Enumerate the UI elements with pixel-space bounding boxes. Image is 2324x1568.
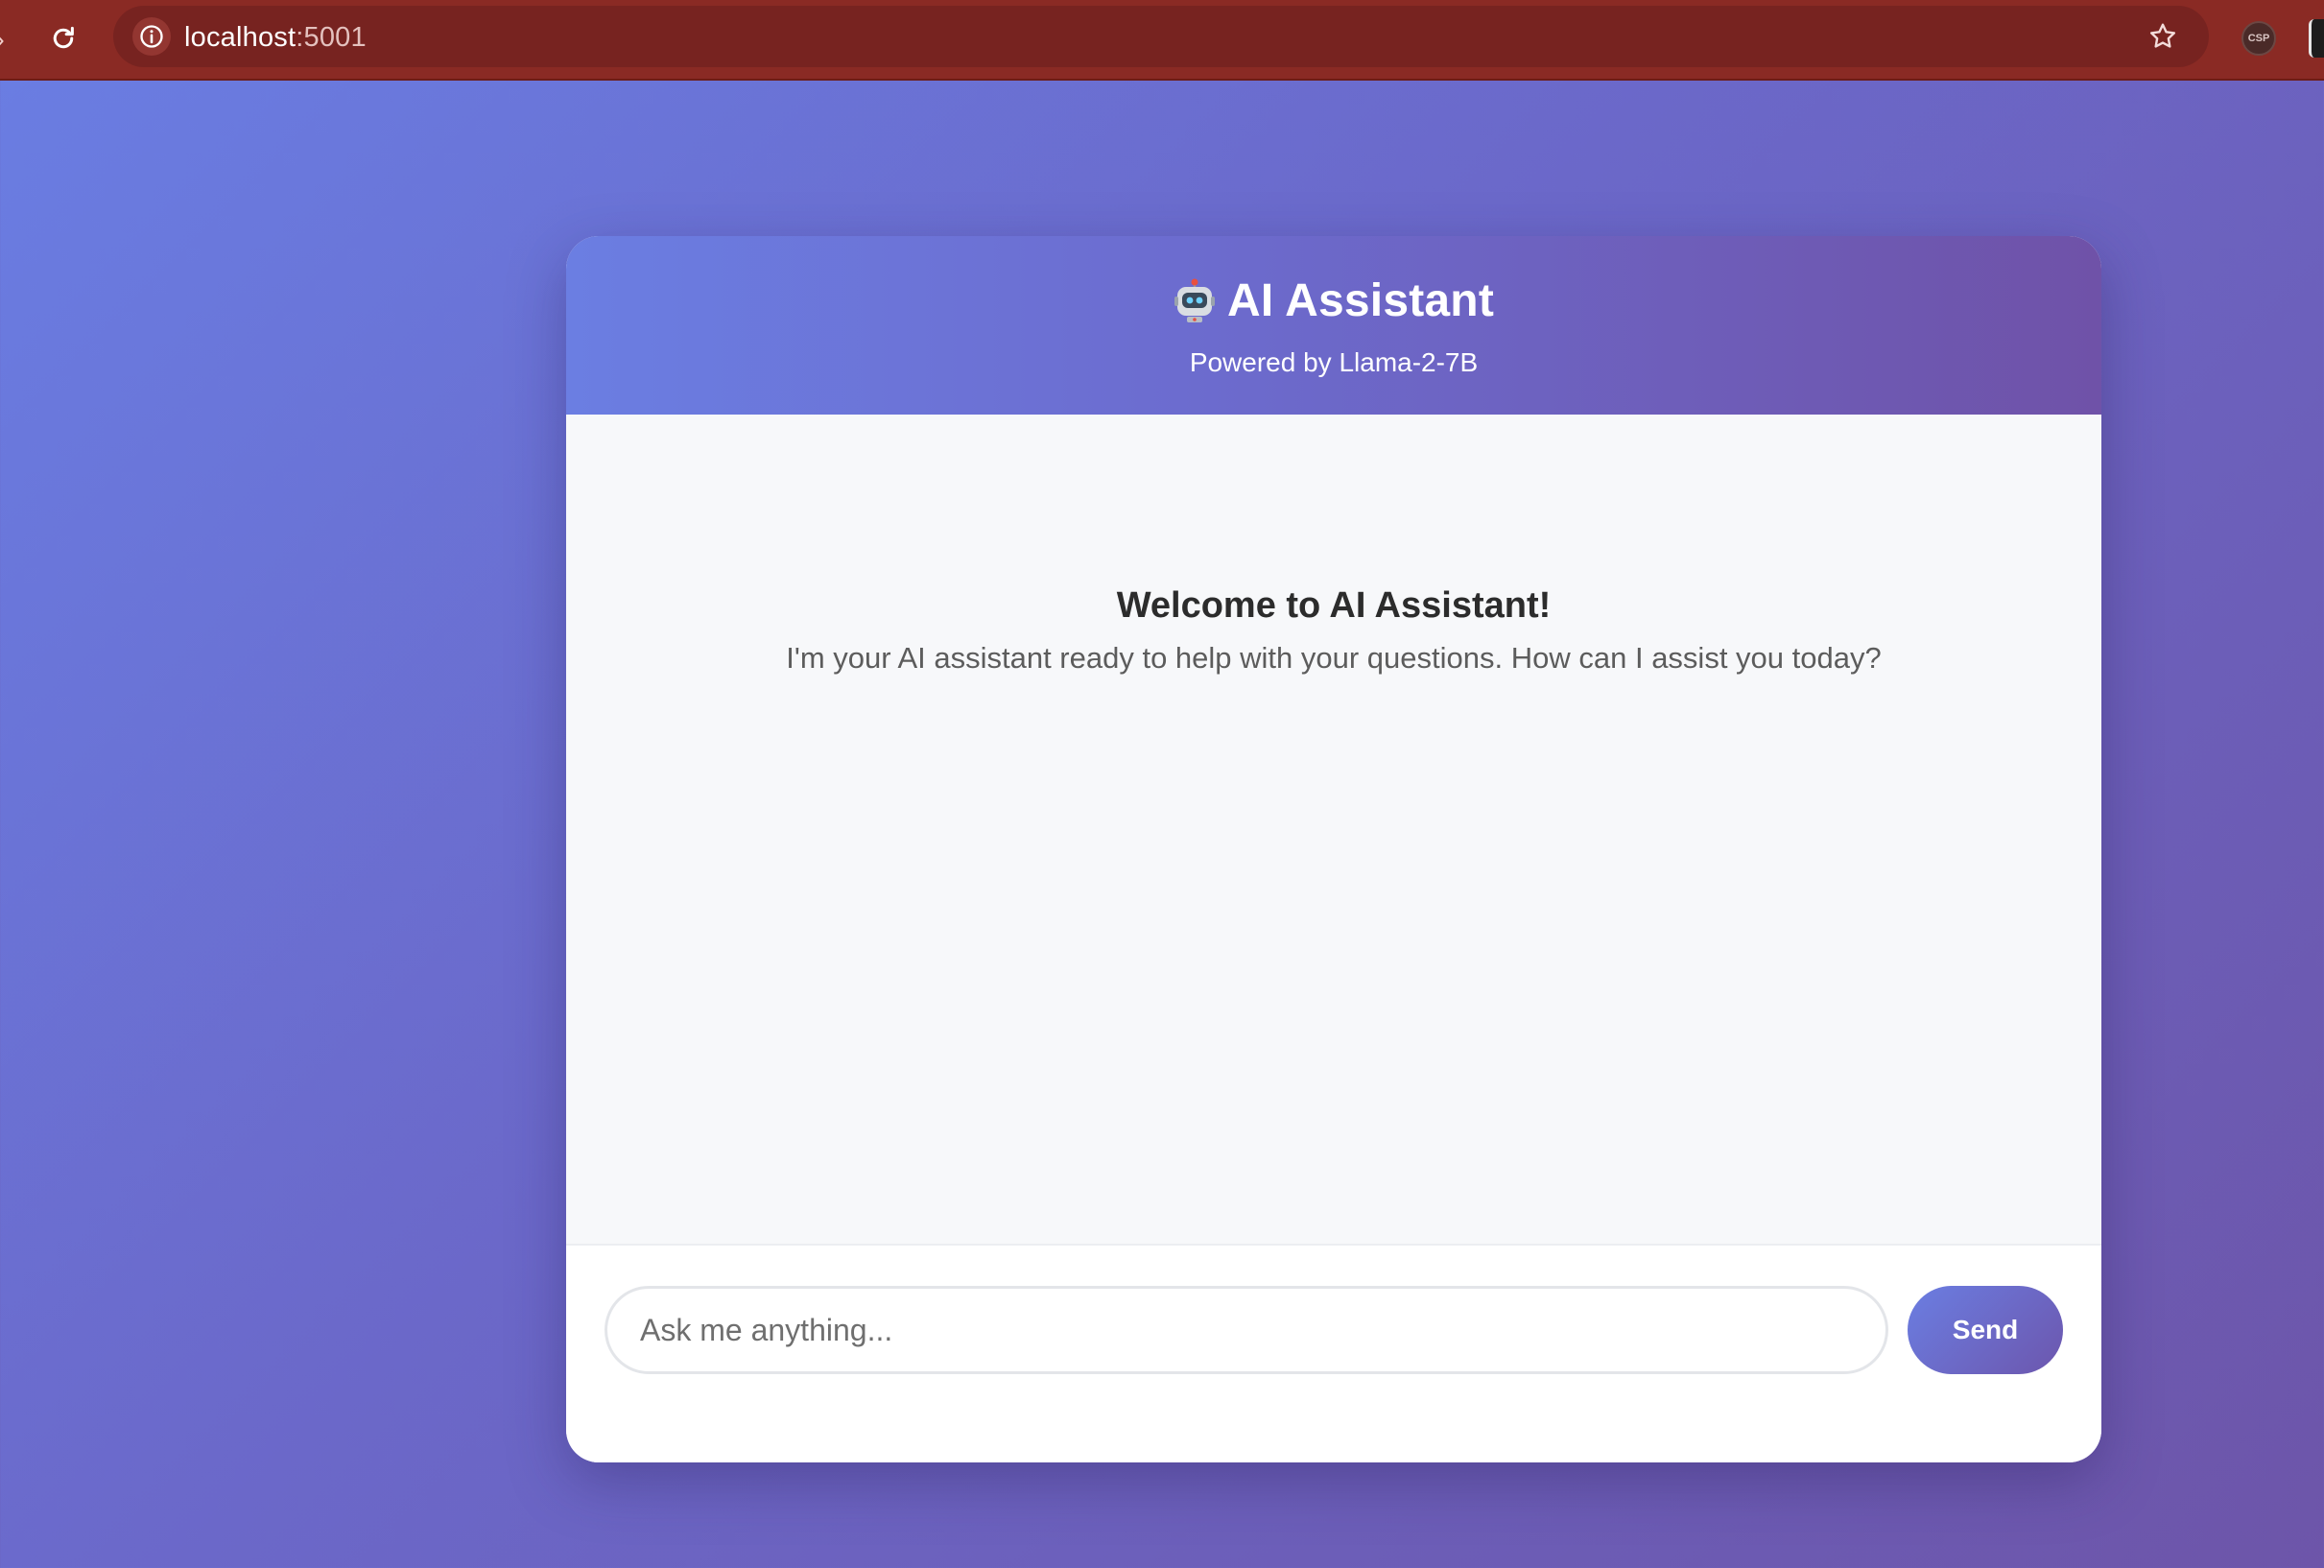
app-subtitle: Powered by Llama-2-7B (1189, 347, 1479, 377)
input-area: Send (566, 1244, 2101, 1462)
csp-extension-icon[interactable]: CSP (2241, 21, 2276, 56)
reload-icon[interactable] (44, 19, 83, 58)
forward-arrow-icon[interactable]: › (0, 27, 12, 52)
send-button[interactable]: Send (1908, 1286, 2063, 1374)
url-port: :5001 (296, 22, 367, 53)
star-icon[interactable] (2146, 19, 2180, 54)
extension-icon[interactable] (2309, 19, 2324, 58)
address-bar[interactable]: localhost:5001 (113, 6, 2209, 67)
url-host: localhost (184, 22, 296, 53)
welcome-title: Welcome to AI Assistant! (1116, 585, 1552, 626)
url-text[interactable]: localhost:5001 (184, 22, 367, 54)
chat-header: AI Assistant Powered by Llama-2-7B (566, 236, 2101, 415)
app-title: AI Assistant (1226, 275, 1495, 326)
robot-icon (1174, 278, 1216, 324)
messages-panel[interactable] (566, 415, 2101, 1244)
message-input[interactable] (605, 1286, 1888, 1374)
title-row: AI Assistant (566, 274, 2101, 327)
chat-container: AI Assistant Powered by Llama-2-7B Welco… (566, 236, 2101, 1462)
info-icon[interactable] (132, 17, 171, 56)
browser-toolbar: › localhost:5001 CSP (0, 0, 2324, 81)
welcome-message: I'm your AI assistant ready to help with… (786, 641, 1882, 675)
